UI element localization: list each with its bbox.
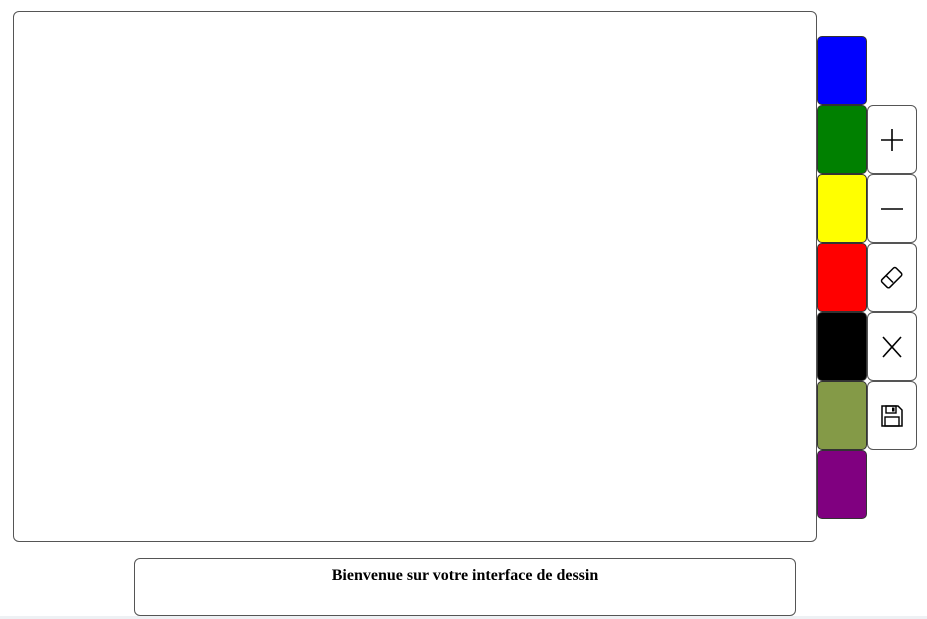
eraser-button[interactable] [867, 243, 917, 312]
drawing-canvas[interactable] [13, 11, 817, 542]
welcome-message: Bienvenue sur votre interface de dessin [331, 567, 599, 584]
save-icon [881, 404, 903, 427]
eraser-icon [880, 266, 903, 289]
color-swatch-red[interactable] [817, 243, 867, 312]
clear-button[interactable] [867, 312, 917, 381]
save-button[interactable] [867, 381, 917, 450]
plus-icon [881, 128, 903, 151]
increase-size-button[interactable] [867, 105, 917, 174]
close-icon [882, 335, 902, 358]
decrease-size-button[interactable] [867, 174, 917, 243]
status-message-box: Bienvenue sur votre interface de dessin [134, 558, 796, 616]
color-swatch-black[interactable] [817, 312, 867, 381]
color-swatch-yellow[interactable] [817, 174, 867, 243]
color-swatch-blue[interactable] [817, 36, 867, 105]
color-swatch-green[interactable] [817, 105, 867, 174]
minus-icon [881, 207, 903, 210]
color-swatch-purple[interactable] [817, 450, 867, 519]
drawing-app: Bienvenue sur votre interface de dessin [0, 0, 927, 619]
color-swatch-olive[interactable] [817, 381, 867, 450]
